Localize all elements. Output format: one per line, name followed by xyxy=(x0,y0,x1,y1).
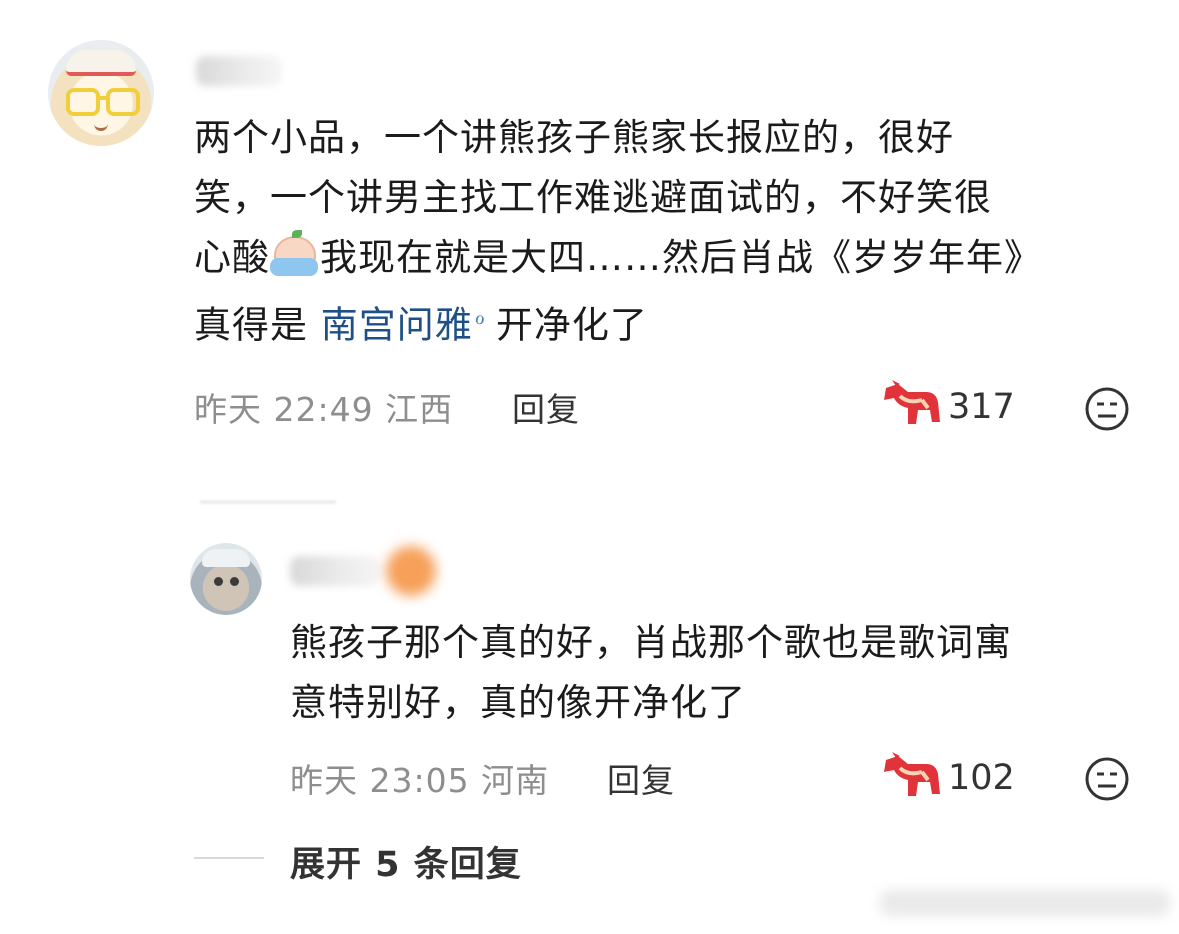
comment-meta: 昨天 22:49 江西 xyxy=(194,383,453,431)
expand-replies-button[interactable]: 展开 5 条回复 xyxy=(290,836,522,887)
watermark-blur xyxy=(880,890,1170,916)
replier-avatar[interactable] xyxy=(190,543,262,615)
reply-meta: 昨天 23:05 河南 xyxy=(290,754,549,802)
replier-username-blurred[interactable] xyxy=(290,556,380,586)
mention-link[interactable]: 南宫问雅 xyxy=(321,303,473,346)
commenter-avatar[interactable] xyxy=(48,40,154,146)
meh-face-icon[interactable] xyxy=(1084,756,1130,802)
like-count: 317 xyxy=(948,387,1015,427)
comment-time: 昨天 22:49 xyxy=(194,390,374,429)
commenter-username-blurred[interactable] xyxy=(196,56,282,86)
red-horse-like-icon[interactable] xyxy=(878,378,944,436)
comment-text-part-3: 开净化了 xyxy=(495,303,648,347)
meh-face-icon[interactable] xyxy=(1084,386,1130,432)
red-horse-like-icon[interactable] xyxy=(878,750,944,808)
reply-comment-text: 熊孩子那个真的好，肖战那个歌也是歌词寓 意特别好，真的像开净化了 xyxy=(290,621,1012,724)
divider xyxy=(200,500,336,504)
reply-location: 河南 xyxy=(481,761,550,800)
expand-divider xyxy=(194,857,264,859)
crying-face-emoji xyxy=(270,230,320,278)
search-icon[interactable]: ℴ xyxy=(475,305,486,330)
reply-time: 昨天 23:05 xyxy=(290,761,470,800)
reply-button[interactable]: 回复 xyxy=(512,383,580,431)
like-count: 102 xyxy=(948,758,1015,798)
reply-button[interactable]: 回复 xyxy=(607,754,675,802)
user-badge-blurred xyxy=(386,546,436,596)
comment-location: 江西 xyxy=(385,390,454,429)
main-comment-text: 两个小品，一个讲熊孩子熊家长报应的，很好 笑，一个讲男主找工作难逃避面试的，不好… xyxy=(194,108,1154,355)
